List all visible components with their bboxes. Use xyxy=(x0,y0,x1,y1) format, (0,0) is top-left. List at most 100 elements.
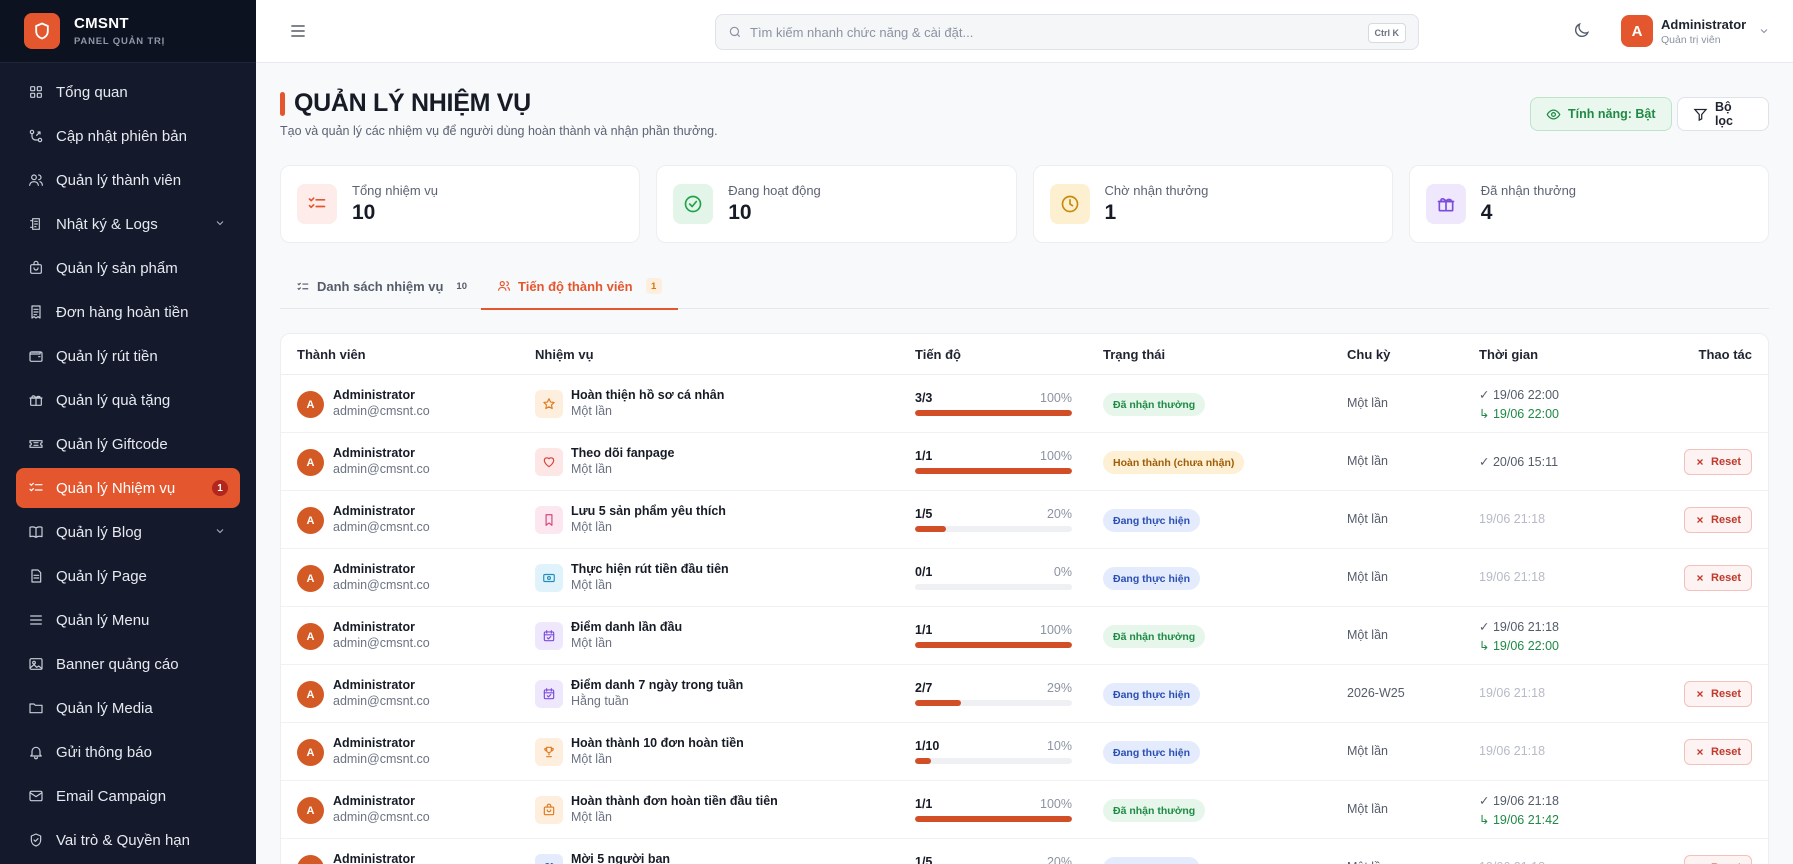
progress-fill xyxy=(915,410,1072,416)
member-avatar: A xyxy=(297,797,324,824)
stat-value: 10 xyxy=(728,201,752,224)
task-name: Hoàn thành đơn hoàn tiền đầu tiên xyxy=(571,794,778,808)
shield-check-icon xyxy=(28,832,44,848)
task-name: Hoàn thiện hồ sơ cá nhân xyxy=(571,388,725,402)
task-cycle: Một lần xyxy=(571,636,612,650)
sidebar-item[interactable]: Quản lý quà tặng xyxy=(16,380,240,420)
member-email: admin@cmsnt.co xyxy=(333,462,430,476)
progress-fill xyxy=(915,468,1072,474)
progress-cell: 1/10 10% xyxy=(915,739,1072,764)
sidebar-item[interactable]: Cập nhật phiên bản xyxy=(16,116,240,156)
bell-icon xyxy=(28,744,44,760)
search-shortcut: Ctrl K xyxy=(1367,23,1406,43)
reset-button[interactable]: Reset xyxy=(1684,681,1752,707)
sidebar-item[interactable]: Quản lý Giftcode xyxy=(16,424,240,464)
sidebar-item-label: Banner quảng cáo xyxy=(56,655,179,673)
hamburger-menu-icon[interactable] xyxy=(288,21,308,46)
feature-toggle-button[interactable]: Tính năng: Bật xyxy=(1530,97,1672,131)
brand-name: CMSNT xyxy=(74,15,129,32)
progress-fill xyxy=(915,642,1072,648)
progress-count: 1/1 xyxy=(915,797,933,811)
user-role: Quản trị viên xyxy=(1661,33,1721,46)
check-circle-icon xyxy=(673,184,714,224)
progress-bar xyxy=(915,526,1072,532)
sidebar-item[interactable]: Quản lý Menu xyxy=(16,600,240,640)
time-completed: 19/06 21:18 xyxy=(1479,686,1546,700)
progress-count: 1/10 xyxy=(915,739,940,753)
brand[interactable]: CMSNT PANEL QUẢN TRỊ xyxy=(0,0,256,63)
member-name: Administrator xyxy=(333,852,415,864)
task-name: Điểm danh 7 ngày trong tuần xyxy=(571,678,744,692)
reset-button[interactable]: Reset xyxy=(1684,565,1752,591)
page-icon xyxy=(28,568,44,584)
progress-fill xyxy=(915,758,931,764)
progress-percent: 29% xyxy=(1046,681,1072,695)
search-box[interactable]: Ctrl K xyxy=(715,14,1419,50)
sidebar-item[interactable]: Quản lý thành viên xyxy=(16,160,240,200)
sidebar-item[interactable]: Quản lý Blog xyxy=(16,512,240,552)
member-email: admin@cmsnt.co xyxy=(333,694,430,708)
member-email: admin@cmsnt.co xyxy=(333,520,430,534)
sidebar-item[interactable]: Đơn hàng hoàn tiền xyxy=(16,292,240,332)
member-avatar: A xyxy=(297,623,324,650)
moon-icon[interactable] xyxy=(1572,21,1591,45)
users-icon xyxy=(535,854,563,864)
sidebar-item[interactable]: Quản lý rút tiền xyxy=(16,336,240,376)
progress-count: 1/5 xyxy=(915,855,933,864)
progress-cell: 1/1 100% xyxy=(915,449,1072,474)
member-email: admin@cmsnt.co xyxy=(333,752,430,766)
folder-icon xyxy=(28,700,44,716)
sidebar-item[interactable]: Quản lý Nhiệm vụ 1 xyxy=(16,468,240,508)
sidebar-item[interactable]: Banner quảng cáo xyxy=(16,644,240,684)
sidebar-item[interactable]: Nhật ký & Logs xyxy=(16,204,240,244)
reset-label: Reset xyxy=(1711,688,1741,700)
reset-button[interactable]: Reset xyxy=(1684,507,1752,533)
page-header: QUẢN LÝ NHIỆM VỤ Tạo và quản lý các nhiệ… xyxy=(280,63,1769,163)
sidebar-item[interactable]: Vai trò & Quyền hạn xyxy=(16,820,240,860)
sidebar-item[interactable]: Tổng quan xyxy=(16,72,240,112)
reset-button[interactable]: Reset xyxy=(1684,739,1752,765)
time-completed: ✓ 19/06 21:18 xyxy=(1479,620,1559,634)
cash-icon xyxy=(535,564,563,592)
progress-percent: 100% xyxy=(1040,391,1072,405)
sidebar-item-label: Quản lý sản phẩm xyxy=(56,259,178,277)
sidebar-item-label: Quản lý quà tặng xyxy=(56,391,171,409)
progress-bar xyxy=(915,584,1072,590)
cycle-value: Một lần xyxy=(1347,454,1388,468)
search-input[interactable] xyxy=(750,24,1310,40)
sidebar-item[interactable]: Quản lý Page xyxy=(16,556,240,596)
table-row: A Administrator admin@cmsnt.co Hoàn thành 1… xyxy=(281,723,1768,781)
reset-button[interactable]: Reset xyxy=(1684,855,1752,864)
table-row: AAdministratoradmin@cmsnt.coMời 5 người … xyxy=(281,839,1768,864)
stat-value: 10 xyxy=(352,201,376,224)
reset-button[interactable]: Reset xyxy=(1684,449,1752,475)
calendar-check-icon xyxy=(535,680,563,708)
book-icon xyxy=(28,524,44,540)
status-badge: Đã nhận thưởng xyxy=(1103,393,1206,416)
sidebar-item[interactable]: Quản lý Media xyxy=(16,688,240,728)
chevron-down-icon xyxy=(214,524,226,541)
member-name: Administrator xyxy=(333,794,415,808)
col-actions: Thao tác xyxy=(1698,347,1752,362)
task-cycle: Hằng tuần xyxy=(571,694,629,708)
tab-member-progress[interactable]: Tiến độ thành viên 1 xyxy=(481,264,678,310)
cycle-value: 2026-W25 xyxy=(1347,686,1405,700)
tab-label: Tiến độ thành viên xyxy=(518,278,633,294)
time-completed: 19/06 21:18 xyxy=(1479,512,1546,526)
sidebar-item[interactable]: Quản lý sản phẩm xyxy=(16,248,240,288)
sidebar-item-label: Nhật ký & Logs xyxy=(56,215,158,233)
menu-icon xyxy=(28,612,44,628)
member-avatar: A xyxy=(297,449,324,476)
sidebar-item[interactable]: Gửi thông báo xyxy=(16,732,240,772)
sidebar-item[interactable]: Email Campaign xyxy=(16,776,240,816)
task-cycle: Một lần xyxy=(571,578,612,592)
sidebar-item-label: Đơn hàng hoàn tiền xyxy=(56,303,189,321)
filter-label: Bộ lọc xyxy=(1714,100,1733,128)
sidebar: CMSNT PANEL QUẢN TRỊ Tổng quan Cập nhật p… xyxy=(0,0,256,864)
status-badge: Đang thực hiện xyxy=(1103,741,1201,764)
tab-task-list[interactable]: Danh sách nhiệm vụ 10 xyxy=(296,264,467,309)
progress-cell: 1/1 100% xyxy=(915,797,1072,822)
user-menu[interactable]: A Administrator Quản trị viên xyxy=(1621,15,1770,47)
list-icon xyxy=(297,282,309,290)
filter-button[interactable]: Bộ lọc xyxy=(1677,97,1769,131)
